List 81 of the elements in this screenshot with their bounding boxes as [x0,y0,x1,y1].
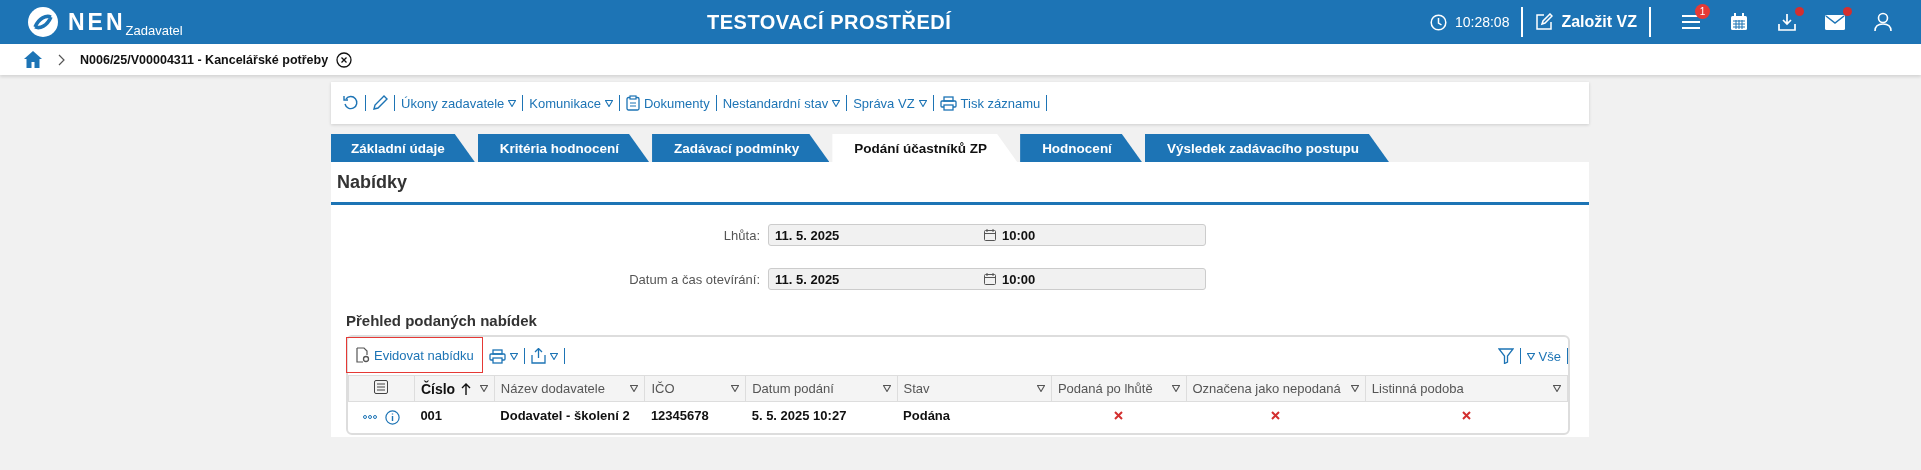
column-settings[interactable] [348,375,415,402]
info-icon[interactable] [384,409,400,425]
printer-icon [488,348,506,364]
filter-icon [1497,348,1514,364]
chevron-icon [58,53,66,66]
column-header[interactable]: Datum podání [745,375,898,402]
dropdown-icon [731,385,740,392]
filter-dropdown[interactable]: Vše [1520,348,1567,364]
edit-icon [1535,13,1554,31]
dropdown-icon [832,99,841,107]
clock-time: 10:28:08 [1454,14,1510,30]
column-header[interactable]: Označena jako nepodaná [1186,375,1366,402]
dropdown-icon [1553,385,1561,392]
column-header[interactable]: IČO [644,375,746,402]
clock-icon [1429,13,1447,31]
dropdown-icon [1171,385,1180,392]
refresh-icon [343,95,359,111]
environment-title: TESTOVACÍ PROSTŘEDÍ [707,10,952,34]
column-header[interactable]: Stav [897,375,1052,402]
toolbar-link[interactable]: Tisk záznamu [933,95,1047,111]
notification-badge: 1 [1695,4,1710,19]
create-button[interactable]: Založit VZ [1535,13,1637,31]
menu-dropdown[interactable]: Správa VZ [847,95,933,111]
pencil-icon [372,95,388,111]
tab[interactable]: Podání účastníků ZP [832,134,1018,162]
calendar-icon [984,273,996,285]
datetime-field[interactable]: 11. 5. 2025 10:00 [768,224,1206,246]
dropdown-icon [630,385,639,392]
add-offer-button[interactable]: Evidovat nabídku [346,337,483,373]
table-cell: 001 [420,408,443,424]
tab[interactable]: Výsledek zadávacího postupu [1144,134,1389,162]
menu-icon [1681,14,1701,30]
list-title: Přehled podaných nabídek [346,312,538,329]
dropdown-icon [509,352,518,360]
menu-dropdown[interactable]: Úkony zadavatele [395,95,523,111]
column-header[interactable]: Listinná podoba [1365,375,1568,402]
menu-dropdown[interactable]: Komunikace [523,95,619,111]
logo-icon [26,5,60,39]
dropdown-icon [549,352,558,360]
menu-button[interactable]: 1 [1671,2,1711,42]
sort-arrow-icon [461,382,472,395]
field-label: Datum a čas otevírání: [628,271,761,287]
tab[interactable]: Hodnocení [1020,134,1142,162]
tab[interactable]: Kritéria hodnocení [477,134,650,162]
column-header[interactable]: Podaná po lhůtě [1051,375,1186,402]
table-cell: 5. 5. 2025 10:27 [751,408,847,424]
dropdown-icon [604,99,613,107]
toolbar-link[interactable]: Dokumenty [619,95,716,111]
calendar-icon [1730,13,1748,31]
breadcrumb-title: N006/25/V00004311 - Kancelářské potřeby [80,52,329,67]
printer-icon [939,95,957,111]
section-title: Nabídky [331,162,1589,205]
share-icon [530,348,546,364]
field-label: Lhůta: [722,227,761,243]
dropdown-icon [1350,385,1359,392]
dropdown-icon [479,385,488,392]
more-icon[interactable] [362,415,377,419]
table-cell: 12345678 [650,408,709,424]
dropdown-icon [918,99,927,107]
clipboard-icon [625,95,640,111]
column-header[interactable]: Název dodavatele [494,375,645,402]
logo-text: NEN [68,8,126,36]
tab[interactable]: Základní údaje [331,134,475,162]
table-cell: Podána [903,408,951,424]
download-icon [1778,13,1796,31]
table-cell: Dodavatel - školení 2 [500,408,630,424]
dropdown-icon [1526,352,1535,360]
logo-subtitle: Zadavatel [125,22,183,38]
datetime-field[interactable]: 11. 5. 2025 10:00 [768,268,1206,290]
settings-icon [374,380,389,394]
dropdown-icon [508,99,517,107]
calendar-icon [984,229,996,241]
tab[interactable]: Zadávací podmínky [652,134,830,162]
mail-icon [1825,14,1845,30]
dropdown-icon [882,385,891,392]
menu-dropdown[interactable]: Nestandardní stav [716,95,847,111]
dropdown-icon [1036,385,1045,392]
home-icon[interactable] [24,51,42,68]
close-icon[interactable] [336,51,353,68]
column-header[interactable]: Číslo [414,375,495,402]
user-icon [1874,12,1892,32]
